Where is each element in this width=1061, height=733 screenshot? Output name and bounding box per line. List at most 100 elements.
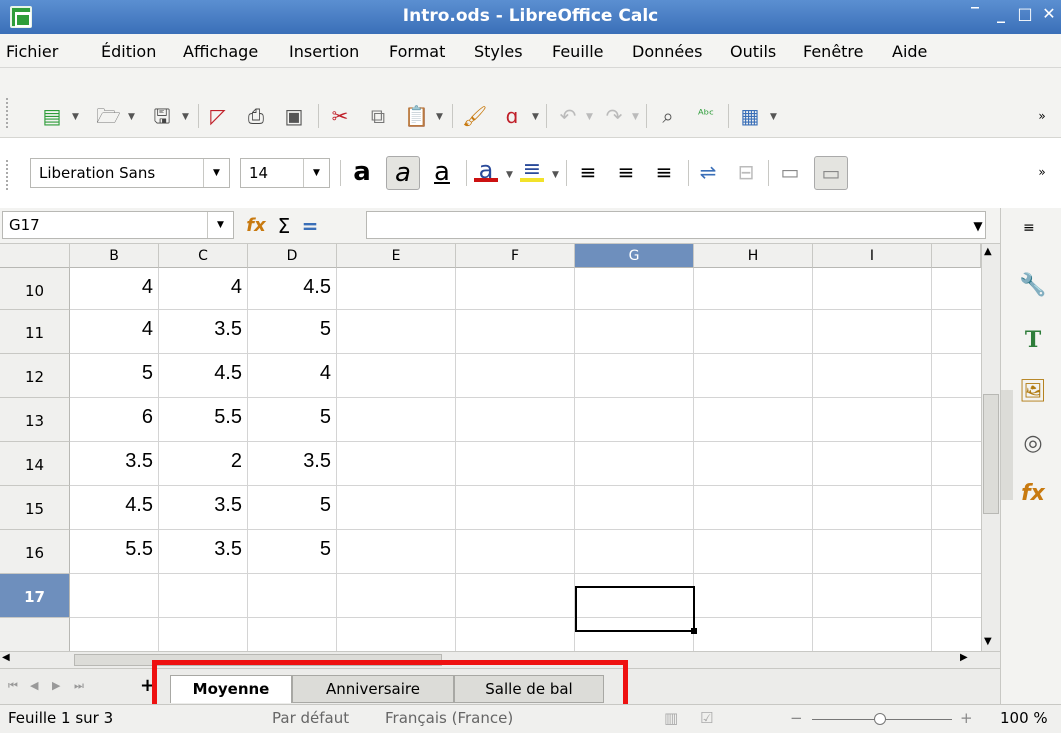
chevron-down-icon[interactable]: ▼ bbox=[128, 112, 135, 122]
close-button[interactable]: ✕ bbox=[1038, 4, 1060, 23]
font-size-combo[interactable]: 14 ▼ bbox=[240, 158, 330, 188]
cell-b16[interactable]: 5.5 bbox=[70, 530, 159, 574]
next-sheet-icon[interactable]: ▶ bbox=[52, 679, 60, 692]
export-pdf-icon[interactable]: ◸ bbox=[206, 104, 230, 128]
copy-icon[interactable]: ⧉ bbox=[366, 104, 390, 128]
zoom-slider-thumb[interactable] bbox=[874, 713, 886, 725]
spreadsheet-grid[interactable]: B C D E F G H I 10 11 12 13 14 15 16 17 … bbox=[0, 244, 1000, 651]
row-18-cells[interactable] bbox=[70, 618, 337, 651]
row-header-10[interactable]: 10 bbox=[0, 268, 70, 310]
clear-formatting-icon[interactable]: ɑ bbox=[500, 104, 524, 128]
chevron-down-icon[interactable]: ▼ bbox=[586, 112, 593, 122]
gallery-icon[interactable]: 🖼 bbox=[1019, 378, 1047, 406]
cell-d15[interactable]: 5 bbox=[248, 486, 337, 530]
font-name-combo[interactable]: Liberation Sans ▼ bbox=[30, 158, 230, 188]
row-header-18[interactable] bbox=[0, 618, 70, 651]
previous-sheet-icon[interactable]: ◀ bbox=[30, 679, 38, 692]
cell-d14[interactable]: 3.5 bbox=[248, 442, 337, 486]
cell-d10[interactable]: 4.5 bbox=[248, 268, 337, 310]
zoom-in-icon[interactable]: + bbox=[960, 709, 973, 727]
properties-icon[interactable]: 🔧 bbox=[1019, 272, 1047, 300]
find-replace-icon[interactable]: ⌕ bbox=[656, 104, 680, 128]
cell-c14[interactable]: 2 bbox=[159, 442, 248, 486]
cell-c12[interactable]: 4.5 bbox=[159, 354, 248, 398]
save-icon[interactable]: 🖫 bbox=[150, 104, 174, 128]
menu-format[interactable]: Format bbox=[389, 42, 445, 61]
page-style[interactable]: Par défaut bbox=[272, 709, 349, 727]
functions-icon[interactable]: fx bbox=[1019, 480, 1047, 508]
shade-icon[interactable]: ‾ bbox=[964, 4, 986, 23]
row-header-13[interactable]: 13 bbox=[0, 398, 70, 442]
selection-mode-icon[interactable]: ▥ bbox=[664, 709, 678, 727]
column-header-j[interactable] bbox=[932, 244, 981, 268]
chevron-down-icon[interactable]: ▼ bbox=[303, 159, 329, 187]
column-header-f[interactable]: F bbox=[456, 244, 575, 268]
toolbar-overflow-icon[interactable]: » bbox=[1030, 104, 1054, 128]
menu-feuille[interactable]: Feuille bbox=[552, 42, 604, 61]
row-header-17[interactable]: 17 bbox=[0, 574, 70, 618]
navigator-icon[interactable]: ◎ bbox=[1019, 430, 1047, 458]
menu-insertion[interactable]: Insertion bbox=[289, 42, 359, 61]
column-header-h[interactable]: H bbox=[694, 244, 813, 268]
font-color-icon[interactable]: a bbox=[474, 158, 498, 182]
menu-edition[interactable]: Édition bbox=[101, 42, 156, 61]
function-wizard-icon[interactable]: fx bbox=[244, 214, 268, 238]
row-header-12[interactable]: 12 bbox=[0, 354, 70, 398]
menu-fichier[interactable]: Fichier bbox=[6, 42, 58, 61]
cell-d13[interactable]: 5 bbox=[248, 398, 337, 442]
fill-handle[interactable] bbox=[691, 628, 697, 634]
sidebar-menu-icon[interactable]: ≡ bbox=[1023, 220, 1035, 236]
last-sheet-icon[interactable]: ⏭ bbox=[74, 679, 84, 693]
language[interactable]: Français (France) bbox=[385, 709, 513, 727]
row-header-15[interactable]: 15 bbox=[0, 486, 70, 530]
cell-c15[interactable]: 3.5 bbox=[159, 486, 248, 530]
row-header-14[interactable]: 14 bbox=[0, 442, 70, 486]
align-top-icon[interactable]: ▭ bbox=[778, 160, 802, 184]
styles-icon[interactable]: T bbox=[1019, 326, 1047, 354]
chevron-down-icon[interactable]: ▼ bbox=[436, 112, 443, 122]
cell-c13[interactable]: 5.5 bbox=[159, 398, 248, 442]
cell-d17[interactable] bbox=[248, 574, 337, 618]
cell-c17[interactable] bbox=[159, 574, 248, 618]
row-column-icon[interactable]: ▦ bbox=[738, 104, 762, 128]
highlight-color-icon[interactable]: ≡ bbox=[520, 158, 544, 182]
italic-icon[interactable]: a bbox=[386, 156, 420, 190]
open-folder-icon[interactable]: 🗁 bbox=[96, 104, 121, 128]
vertical-scrollbar[interactable]: ▲ ▼ bbox=[981, 244, 1000, 651]
chevron-down-icon[interactable]: ▼ bbox=[207, 212, 233, 238]
print-icon[interactable]: ⎙ bbox=[244, 104, 268, 128]
column-header-e[interactable]: E bbox=[337, 244, 456, 268]
wrap-text-icon[interactable]: ⇌ bbox=[696, 160, 720, 184]
column-header-b[interactable]: B bbox=[70, 244, 159, 268]
undo-icon[interactable]: ↶ bbox=[556, 104, 580, 128]
toolbar-grip-icon[interactable] bbox=[6, 98, 12, 128]
redo-icon[interactable]: ↷ bbox=[602, 104, 626, 128]
formula-input[interactable] bbox=[366, 211, 986, 239]
minimize-button[interactable]: _ bbox=[990, 4, 1012, 23]
cell-b17[interactable] bbox=[70, 574, 159, 618]
bold-icon[interactable]: a bbox=[350, 159, 374, 185]
menu-outils[interactable]: Outils bbox=[730, 42, 776, 61]
cell-b14[interactable]: 3.5 bbox=[70, 442, 159, 486]
scroll-left-icon[interactable]: ◀ bbox=[2, 652, 10, 663]
paste-icon[interactable]: 📋 bbox=[404, 104, 429, 128]
toolbar-grip-icon[interactable] bbox=[6, 160, 12, 190]
column-header-i[interactable]: I bbox=[813, 244, 932, 268]
menu-fenetre[interactable]: Fenêtre bbox=[803, 42, 864, 61]
document-modified-icon[interactable]: ☑ bbox=[700, 709, 713, 727]
underline-icon[interactable]: a bbox=[430, 159, 454, 185]
scroll-up-icon[interactable]: ▲ bbox=[984, 246, 992, 257]
print-preview-icon[interactable]: ▣ bbox=[282, 104, 306, 128]
zoom-level[interactable]: 100 % bbox=[1000, 709, 1048, 727]
vertical-scroll-thumb[interactable] bbox=[983, 394, 999, 514]
scroll-right-icon[interactable]: ▶ bbox=[960, 652, 968, 663]
align-right-icon[interactable]: ≡ bbox=[652, 160, 676, 184]
chevron-down-icon[interactable]: ▼ bbox=[203, 159, 229, 187]
sum-icon[interactable]: Σ bbox=[272, 214, 296, 238]
cell-d12[interactable]: 4 bbox=[248, 354, 337, 398]
zoom-out-icon[interactable]: − bbox=[790, 709, 803, 727]
merge-cells-icon[interactable]: ⊟ bbox=[734, 160, 758, 184]
toolbar-overflow-icon[interactable]: » bbox=[1030, 160, 1054, 184]
align-center-icon[interactable]: ≡ bbox=[614, 160, 638, 184]
chevron-down-icon[interactable]: ▼ bbox=[632, 112, 639, 122]
